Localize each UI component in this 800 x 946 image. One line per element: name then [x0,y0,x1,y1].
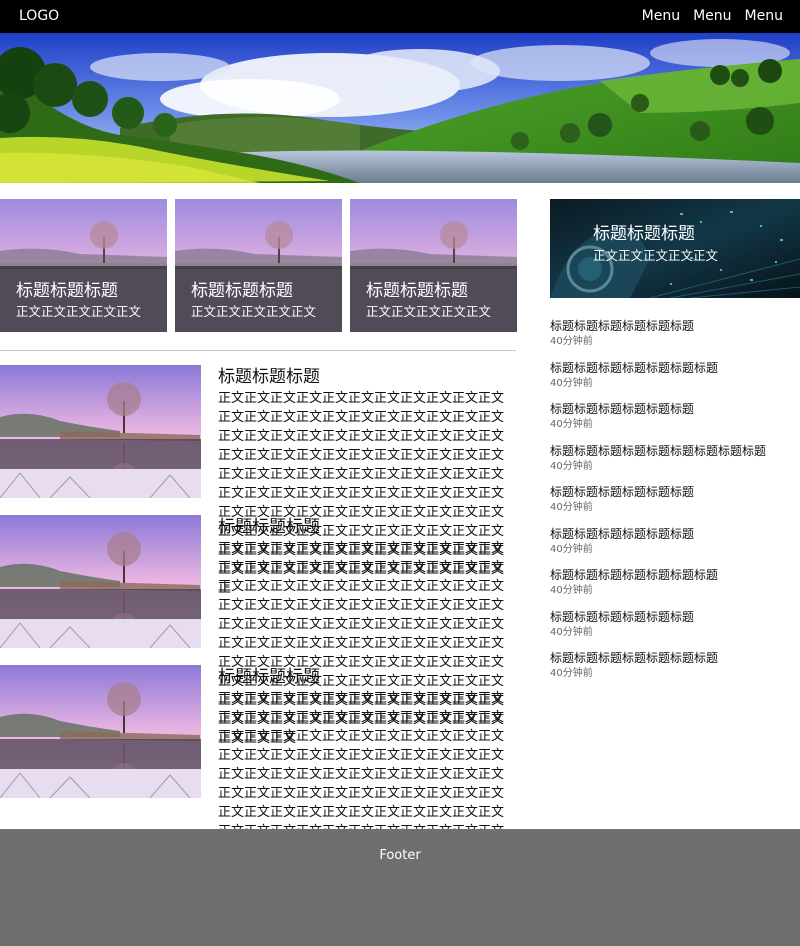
news-item[interactable]: 标题标题标题标题标题标题 40分钟前 [550,526,800,557]
news-time: 40分钟前 [550,627,593,638]
card[interactable]: 标题标题标题 正文正文正文正文正文 [350,199,517,332]
lake-tree-image [0,365,201,498]
feature-title: 标题标题标题 [593,224,695,244]
news-item[interactable]: 标题标题标题标题标题标题 40分钟前 [550,484,800,515]
news-item[interactable]: 标题标题标题标题标题标题标题 40分钟前 [550,650,800,681]
news-time: 40分钟前 [550,585,593,596]
news-title[interactable]: 标题标题标题标题标题标题标题 [550,650,800,666]
section-divider [0,350,516,351]
news-title[interactable]: 标题标题标题标题标题标题 [550,401,800,417]
news-time: 40分钟前 [550,544,593,555]
news-time: 40分钟前 [550,502,593,513]
lake-tree-image [0,515,201,648]
news-time: 40分钟前 [550,336,593,347]
news-time: 40分钟前 [550,419,593,430]
news-title[interactable]: 标题标题标题标题标题标题标题标题标题 [550,443,800,459]
news-item[interactable]: 标题标题标题标题标题标题 40分钟前 [550,401,800,432]
hero-banner [0,33,800,183]
sidebar-feature[interactable]: 标题标题标题 正文正文正文正文正文 [550,199,800,298]
card-body: 正文正文正文正文正文 [16,304,142,319]
article-thumbnail[interactable] [0,365,201,498]
article-item: 标题标题标题 正文正文正文正文正文正文正文正文正文正文正文正文正文正文正文正文正… [0,665,516,896]
news-item[interactable]: 标题标题标题标题标题标题标题标题标题 40分钟前 [550,443,800,474]
news-time: 40分钟前 [550,378,593,389]
article-title[interactable]: 标题标题标题 [218,666,320,689]
news-title[interactable]: 标题标题标题标题标题标题 [550,318,800,334]
article-title[interactable]: 标题标题标题 [218,516,320,539]
news-item[interactable]: 标题标题标题标题标题标题标题 40分钟前 [550,567,800,598]
news-title[interactable]: 标题标题标题标题标题标题 [550,609,800,625]
card-body: 正文正文正文正文正文 [191,304,317,319]
news-title[interactable]: 标题标题标题标题标题标题标题 [550,360,800,376]
menu-item[interactable]: Menu [745,7,783,26]
card-body: 正文正文正文正文正文 [366,304,492,319]
article-thumbnail[interactable] [0,665,201,798]
card[interactable]: 标题标题标题 正文正文正文正文正文 [175,199,342,332]
lake-tree-image [0,665,201,798]
logo[interactable]: LOGO [19,7,59,26]
news-item[interactable]: 标题标题标题标题标题标题 40分钟前 [550,609,800,640]
article-item: 标题标题标题 正文正文正文正文正文正文正文正文正文正文正文正文正文正文正文正文正… [0,515,516,746]
footer: Footer [0,829,800,946]
news-time: 40分钟前 [550,668,593,679]
news-title[interactable]: 标题标题标题标题标题标题 [550,484,800,500]
news-title[interactable]: 标题标题标题标题标题标题标题 [550,567,800,583]
card-title: 标题标题标题 [16,281,118,301]
footer-text: Footer [379,848,421,863]
menu-item[interactable]: Menu [693,7,731,26]
news-item[interactable]: 标题标题标题标题标题标题标题 40分钟前 [550,360,800,391]
menu-item[interactable]: Menu [642,7,680,26]
card[interactable]: 标题标题标题 正文正文正文正文正文 [0,199,167,332]
card-title: 标题标题标题 [191,281,293,301]
feature-body: 正文正文正文正文正文 [593,248,719,263]
article-title[interactable]: 标题标题标题 [218,366,320,389]
news-time: 40分钟前 [550,461,593,472]
article-thumbnail[interactable] [0,515,201,648]
article-item: 标题标题标题 正文正文正文正文正文正文正文正文正文正文正文正文正文正文正文正文正… [0,365,516,596]
top-navbar: LOGO Menu Menu Menu [0,0,800,33]
news-title[interactable]: 标题标题标题标题标题标题 [550,526,800,542]
card-title: 标题标题标题 [366,281,468,301]
landscape-image [0,33,800,183]
menu-group: Menu Menu Menu [642,7,783,26]
news-item[interactable]: 标题标题标题标题标题标题 40分钟前 [550,318,800,349]
